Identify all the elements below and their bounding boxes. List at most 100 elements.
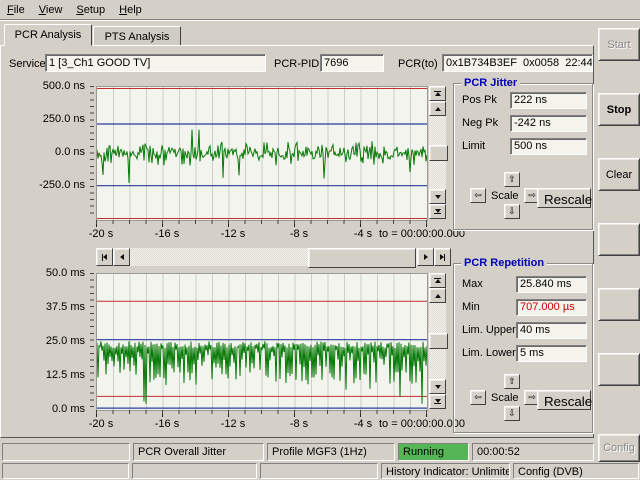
pcr-to-label: PCR(to): [398, 58, 438, 70]
rep-scroll-up-button[interactable]: [429, 288, 446, 303]
rep-vscroll-thumb[interactable]: [429, 333, 448, 349]
service-field: 1 [3_Ch1 GOOD TV]: [45, 54, 266, 72]
blank-button-3[interactable]: [598, 353, 640, 386]
jitter-vscroll-thumb[interactable]: [429, 145, 448, 161]
pcr-repetition-panel: PCR Repetition Max 25.840 ms Min 707.000…: [453, 263, 593, 433]
scroll-home-button[interactable]: [96, 248, 113, 266]
pos-pk-label: Pos Pk: [462, 94, 497, 106]
rep-xtick-n20: -20 s: [81, 418, 121, 430]
scroll-right-button[interactable]: [417, 248, 434, 266]
tab-pts-analysis[interactable]: PTS Analysis: [93, 26, 181, 46]
down-arrow-icon: [435, 195, 441, 199]
rep-scale-up-button[interactable]: ⇧: [504, 374, 520, 389]
start-button[interactable]: Start: [598, 28, 640, 61]
menu-help[interactable]: Help: [112, 2, 149, 18]
jitter-xtick-n8: -8 s: [279, 228, 319, 240]
menu-setup[interactable]: Setup: [69, 2, 112, 18]
lim-upper-label: Lim. Upper: [462, 324, 516, 336]
rep-ytick-375: 37.5 ms: [3, 301, 85, 313]
stop-button[interactable]: Stop: [598, 93, 640, 126]
rep-scale-left-button[interactable]: ⇦: [470, 390, 486, 405]
jitter-scale-label: Scale: [491, 190, 519, 202]
lim-upper-value: 40 ms: [516, 322, 587, 339]
hscroll-track[interactable]: [130, 248, 417, 266]
service-label: Service: [9, 58, 46, 70]
pcr-analyzer-window: File View Setup Help PCR Analysis PTS An…: [0, 0, 640, 480]
pcr-to-field: 0x1B734B3EF 0x0058 22:44:3: [442, 54, 593, 72]
jitter-x-minor-ticks: [96, 220, 428, 224]
jitter-y-ruler: [90, 86, 94, 219]
rep-ytick-50: 50.0 ms: [3, 267, 85, 279]
rep-x-minor-ticks: [96, 410, 428, 414]
scroll-left-button[interactable]: [113, 248, 130, 266]
jitter-xtick-n12: -12 s: [213, 228, 253, 240]
menu-file[interactable]: File: [0, 2, 32, 18]
time-hscrollbar[interactable]: [96, 248, 451, 266]
pcr-pid-field: 7696: [320, 54, 384, 72]
neg-pk-value: -242 ns: [510, 115, 587, 132]
rep-y-ruler: [90, 273, 94, 409]
jitter-scale-down-button[interactable]: ⇩: [504, 204, 520, 219]
min-value: 707.000 µs: [516, 299, 587, 316]
jitter-rescale-button[interactable]: Rescale: [537, 188, 591, 208]
jitter-scale-left-button[interactable]: ⇦: [470, 188, 486, 203]
jitter-vscrollbar[interactable]: [429, 86, 446, 219]
rep-ytick-25: 25.0 ms: [3, 335, 85, 347]
status-blank-1: [2, 443, 130, 461]
jitter-scale-up-button[interactable]: ⇧: [504, 172, 520, 187]
jitter-ytick-0: 0.0 ns: [3, 146, 85, 158]
rep-scroll-bottom-button[interactable]: [429, 394, 446, 409]
status2-blank-2: [132, 463, 257, 479]
lim-lower-value: 5 ms: [516, 345, 587, 362]
clear-button[interactable]: Clear: [598, 158, 640, 191]
right-arrow-icon: [424, 254, 428, 260]
status-config-standard: Config (DVB): [513, 463, 639, 479]
down-arrow-icon: [435, 385, 441, 389]
rep-scroll-top-button[interactable]: [429, 273, 446, 288]
status-running-badge: Running: [398, 443, 469, 461]
jitter-xtick-n20: -20 s: [81, 228, 121, 240]
tab-pcr-analysis[interactable]: PCR Analysis: [4, 24, 92, 46]
jitter-scroll-bottom-button[interactable]: [429, 204, 446, 219]
lim-lower-label: Lim. Lower: [462, 347, 516, 359]
hscroll-thumb[interactable]: [308, 248, 416, 268]
up-arrow-icon: [435, 294, 441, 298]
rep-xtick-n12: -12 s: [213, 418, 253, 430]
rep-xtick-n16: -16 s: [147, 418, 187, 430]
rep-xtick-n4: -4 s: [343, 418, 383, 430]
status2-blank-3: [260, 463, 378, 479]
status-profile: Profile MGF3 (1Hz): [267, 443, 395, 461]
blank-button-1[interactable]: [598, 223, 640, 256]
min-label: Min: [462, 301, 480, 313]
status2-blank-1: [2, 463, 129, 479]
rep-vscroll-track[interactable]: [429, 303, 446, 379]
status-history-indicator: History Indicator: Unlimited: [381, 463, 510, 479]
jitter-ytick-250: 250.0 ns: [3, 113, 85, 125]
scroll-end-button[interactable]: [434, 248, 451, 266]
rep-scale-down-button[interactable]: ⇩: [504, 406, 520, 421]
rep-vscrollbar[interactable]: [429, 273, 446, 409]
jitter-scroll-down-button[interactable]: [429, 189, 446, 204]
config-button[interactable]: Config: [598, 434, 640, 462]
repetition-plot: [96, 273, 428, 411]
status-elapsed-time: 00:00:52: [472, 443, 594, 461]
rep-ytick-0: 0.0 ms: [3, 403, 85, 415]
pos-pk-value: 222 ns: [510, 92, 587, 109]
pcr-pid-label: PCR-PID: [274, 58, 319, 70]
rep-ytick-125: 12.5 ms: [3, 369, 85, 381]
jitter-xtick-n4: -4 s: [343, 228, 383, 240]
limit-value: 500 ns: [510, 138, 587, 155]
pcr-analysis-page: Service 1 [3_Ch1 GOOD TV] PCR-PID 7696 P…: [0, 45, 594, 438]
rep-rescale-button[interactable]: Rescale: [537, 390, 591, 410]
blank-button-2[interactable]: [598, 288, 640, 321]
jitter-scroll-top-button[interactable]: [429, 86, 446, 101]
rep-scale-label: Scale: [491, 392, 519, 404]
jitter-vscroll-track[interactable]: [429, 116, 446, 189]
rep-scroll-down-button[interactable]: [429, 379, 446, 394]
max-value: 25.840 ms: [516, 276, 587, 293]
menu-view[interactable]: View: [32, 2, 70, 18]
jitter-plot: [96, 86, 428, 221]
limit-label: Limit: [462, 140, 485, 152]
jitter-scroll-up-button[interactable]: [429, 101, 446, 116]
jitter-ytick-500: 500.0 ns: [3, 80, 85, 92]
